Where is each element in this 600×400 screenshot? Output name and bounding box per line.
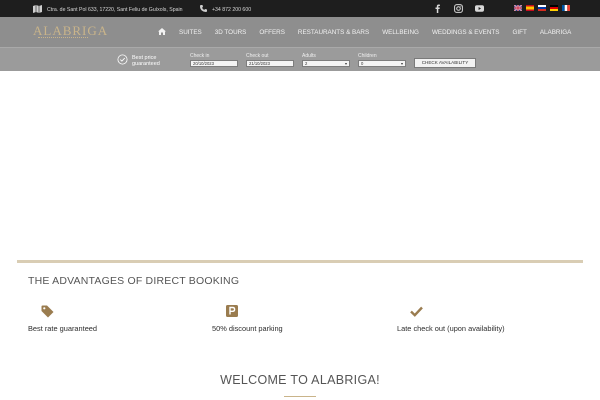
flag-uk-icon[interactable] xyxy=(514,5,522,11)
flag-ru-icon[interactable] xyxy=(538,5,546,11)
checkmark-icon xyxy=(409,304,423,318)
instagram-icon[interactable] xyxy=(454,3,463,13)
flag-de-icon[interactable] xyxy=(550,5,558,11)
top-bar: Ctra. de Sant Pol 633, 17220, Sant Feliu… xyxy=(0,0,600,17)
nav-item-restaurants-bars[interactable]: RESTAURANTS & BARS xyxy=(298,29,369,36)
welcome-underline xyxy=(284,396,316,397)
social-links xyxy=(433,3,484,13)
phone-text[interactable]: +34 872 200 600 xyxy=(212,7,251,13)
language-selector xyxy=(514,5,570,11)
youtube-icon[interactable] xyxy=(475,3,484,13)
nav-item-gift[interactable]: GIFT xyxy=(512,29,526,36)
facebook-icon[interactable] xyxy=(433,3,442,13)
chevron-down-icon: ▾ xyxy=(400,61,403,66)
checkin-field-group: Check in 20/10/2023 xyxy=(190,53,238,67)
adults-label: Adults xyxy=(302,53,316,59)
main-navbar: ALABRIGA SUITES 3D TOURS OFFERS RESTAURA… xyxy=(0,17,600,47)
flag-fr-icon[interactable] xyxy=(562,5,570,11)
phone-block[interactable]: +34 872 200 600 xyxy=(200,5,251,14)
checkout-field-group: Check out 21/10/2023 xyxy=(246,53,294,67)
checkin-input[interactable]: 20/10/2023 xyxy=(190,60,238,67)
booking-bar: Best price guaranteed Check in 20/10/202… xyxy=(0,47,600,71)
best-price-line2: guaranteed xyxy=(132,60,160,67)
checkin-label: Check in xyxy=(190,53,210,59)
advantage-item-parking xyxy=(225,304,239,318)
advantage-item-late-checkout xyxy=(409,304,423,318)
address-block: Ctra. de Sant Pol 633, 17220, Sant Feliu… xyxy=(33,5,183,15)
advantage-label-wrap-3: Late check out (upon availability) xyxy=(397,318,505,333)
nav-item-suites[interactable]: SUITES xyxy=(179,29,202,36)
best-price-badge: Best price guaranteed xyxy=(117,54,160,67)
advantage-label-wrap-2: 50% discount parking xyxy=(212,318,283,333)
advantages-title: THE ADVANTAGES OF DIRECT BOOKING xyxy=(28,275,240,287)
best-price-text: Best price guaranteed xyxy=(132,55,160,67)
advantage-label: 50% discount parking xyxy=(212,324,283,333)
address-text: Ctra. de Sant Pol 633, 17220, Sant Feliu… xyxy=(47,7,183,13)
map-icon xyxy=(33,5,42,15)
nav-item-wellbeing[interactable]: WELLBEING xyxy=(382,29,419,36)
phone-icon xyxy=(200,5,207,14)
children-value: 0 xyxy=(361,61,364,66)
advantage-label: Late check out (upon availability) xyxy=(397,324,505,333)
chevron-down-icon: ▾ xyxy=(344,61,347,66)
nav-item-alabriga[interactable]: ALABRIGA xyxy=(540,29,572,36)
advantage-item-best-rate xyxy=(40,304,54,318)
adults-field-group: Adults 2 ▾ xyxy=(302,53,350,67)
tag-icon xyxy=(40,304,54,318)
welcome-title: WELCOME TO ALABRIGA! xyxy=(220,373,380,387)
parking-icon xyxy=(225,304,239,318)
check-availability-button[interactable]: CHECK AVAILABILITY xyxy=(414,58,476,68)
checkout-input[interactable]: 21/10/2023 xyxy=(246,60,294,67)
checkin-value: 20/10/2023 xyxy=(193,61,214,66)
children-label: Children xyxy=(358,53,377,59)
badge-check-icon xyxy=(117,54,128,67)
children-field-group: Children 0 ▾ xyxy=(358,53,406,67)
nav-item-offers[interactable]: OFFERS xyxy=(259,29,285,36)
children-select[interactable]: 0 ▾ xyxy=(358,60,406,67)
nav-item-weddings-events[interactable]: WEDDINGS & EVENTS xyxy=(432,29,500,36)
advantage-label: Best rate guaranteed xyxy=(28,324,98,333)
flag-es-icon[interactable] xyxy=(526,5,534,11)
adults-select[interactable]: 2 ▾ xyxy=(302,60,350,67)
main-menu: SUITES 3D TOURS OFFERS RESTAURANTS & BAR… xyxy=(158,28,584,37)
nav-item-3d-tours[interactable]: 3D TOURS xyxy=(215,29,247,36)
checkout-label: Check out xyxy=(246,53,269,59)
advantage-label-wrap-1: Best rate guaranteed xyxy=(28,318,97,333)
checkout-value: 21/10/2023 xyxy=(249,61,270,66)
logo-underline xyxy=(38,37,88,39)
section-divider xyxy=(17,260,583,263)
adults-value: 2 xyxy=(305,61,308,66)
home-icon[interactable] xyxy=(158,28,166,37)
